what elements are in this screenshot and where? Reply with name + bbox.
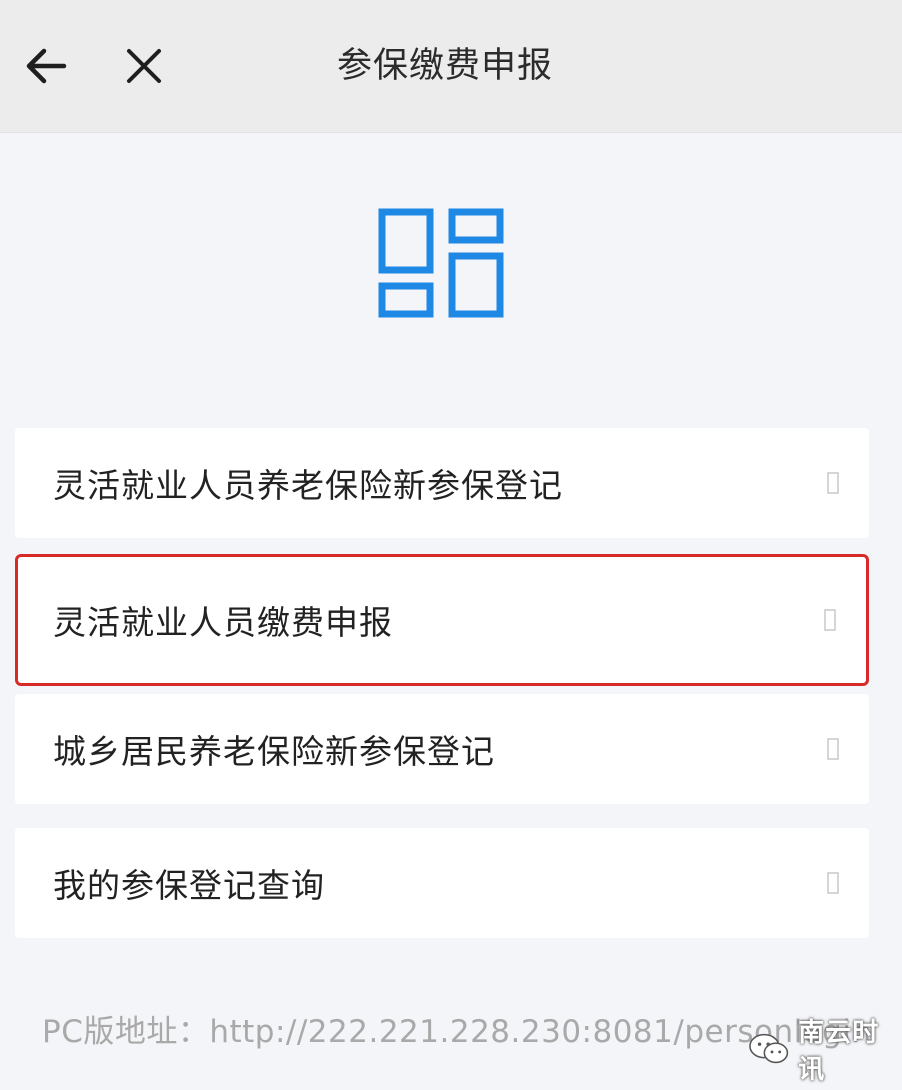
chevron-right-icon — [827, 872, 839, 894]
menu-item-urban-rural-pension-registration[interactable]: 城乡居民养老保险新参保登记 — [15, 694, 869, 804]
menu-item-label: 城乡居民养老保险新参保登记 — [53, 732, 495, 771]
menu-item-flexible-payment-declaration[interactable]: 灵活就业人员缴费申报 — [15, 554, 869, 686]
close-icon — [127, 49, 161, 83]
back-button[interactable] — [18, 36, 74, 96]
menu-item-my-registration-query[interactable]: 我的参保登记查询 — [15, 828, 869, 938]
chevron-right-icon — [824, 609, 836, 631]
grid-layout-icon — [378, 208, 504, 318]
arrow-left-icon — [26, 48, 67, 84]
wechat-icon — [749, 1033, 789, 1064]
close-button[interactable] — [116, 36, 172, 96]
menu-item-label: 我的参保登记查询 — [53, 866, 325, 905]
menu-item-label: 灵活就业人员缴费申报 — [53, 603, 393, 642]
watermark-text: 南云时讯 — [798, 1018, 880, 1085]
chevron-right-icon — [827, 738, 839, 760]
watermark: 南云时讯 — [748, 1018, 902, 1085]
menu-item-label: 灵活就业人员养老保险新参保登记 — [53, 466, 563, 505]
top-bar: 参保缴费申报 — [0, 0, 902, 133]
menu-item-flexible-pension-registration[interactable]: 灵活就业人员养老保险新参保登记 — [15, 428, 869, 538]
chevron-right-icon — [827, 472, 839, 494]
